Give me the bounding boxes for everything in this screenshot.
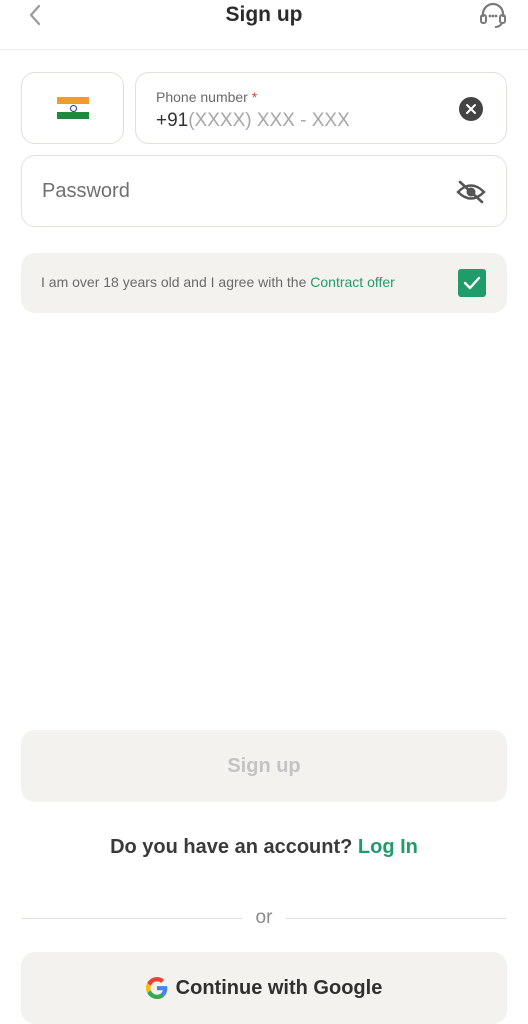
phone-input[interactable]: +91(XXXX) XXX - XXX	[156, 109, 350, 133]
required-mark: *	[251, 89, 258, 105]
support-button[interactable]	[476, 0, 510, 30]
phone-placeholder: (XXXX) XXX - XXX	[188, 110, 350, 131]
phone-number-field[interactable]: Phone number * +91(XXXX) XXX - XXX	[135, 72, 507, 144]
contract-offer-link[interactable]: Contract offer	[310, 274, 395, 290]
consent-statement: I am over 18 years old and I agree with …	[41, 274, 311, 290]
divider-left	[21, 918, 243, 919]
phone-label-text: Phone number	[156, 89, 248, 105]
eye-off-icon	[456, 180, 486, 204]
country-picker[interactable]	[21, 72, 124, 144]
google-icon	[145, 977, 167, 999]
india-flag-icon	[56, 97, 89, 119]
divider-right	[285, 918, 507, 919]
headset-icon	[480, 2, 506, 28]
login-link[interactable]: Log In	[358, 836, 418, 858]
account-prompt-text: Do you have an account?	[110, 836, 353, 858]
password-input[interactable]: Password	[42, 180, 130, 203]
phone-country-code: +91	[156, 110, 189, 131]
app-header: Sign up	[0, 0, 528, 50]
password-field[interactable]: Password	[21, 155, 507, 227]
consent-checkbox[interactable]	[458, 269, 486, 297]
checkmark-icon	[463, 276, 481, 290]
or-label: or	[255, 907, 273, 928]
page-title: Sign up	[225, 3, 303, 26]
account-prompt: Do you have an account? Log In	[0, 836, 528, 859]
toggle-password-visibility-button[interactable]	[456, 178, 486, 206]
phone-number-label: Phone number *	[156, 89, 257, 105]
clear-phone-button[interactable]	[459, 97, 483, 121]
signup-button[interactable]: Sign up	[21, 730, 507, 802]
continue-with-google-button[interactable]: Continue with Google	[21, 952, 507, 1024]
consent-text: I am over 18 years old and I agree with …	[41, 274, 395, 290]
clear-icon	[466, 104, 476, 114]
consent-box: I am over 18 years old and I agree with …	[21, 253, 507, 313]
google-button-label: Continue with Google	[175, 976, 383, 999]
